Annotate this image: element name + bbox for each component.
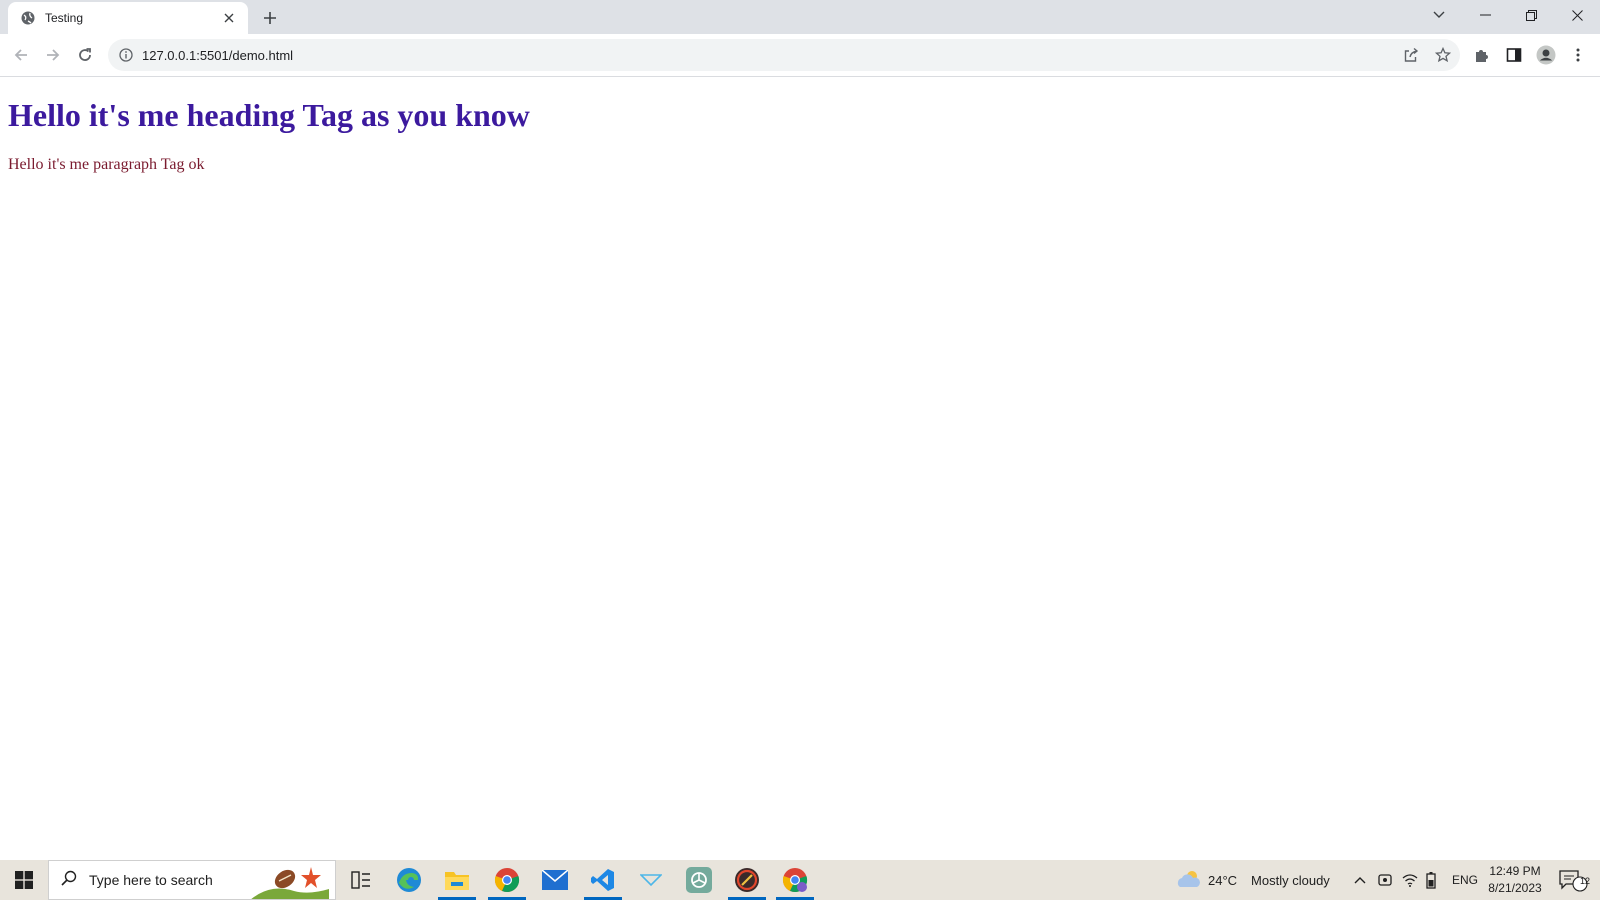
url-text[interactable]: 127.0.0.1:5501/demo.html [142, 48, 293, 63]
file-explorer-icon[interactable] [434, 860, 480, 900]
reload-button[interactable] [71, 41, 99, 69]
edge-browser-icon[interactable] [386, 860, 432, 900]
extensions-puzzle-icon[interactable] [1468, 41, 1496, 69]
kebab-menu-icon[interactable] [1564, 41, 1592, 69]
system-clock[interactable]: 12:49 PM 8/21/2023 [1480, 863, 1550, 897]
weather-description: Mostly cloudy [1251, 872, 1330, 888]
meet-now-icon[interactable] [1378, 860, 1392, 900]
page-viewport: Hello it's me heading Tag as you know He… [0, 77, 1600, 860]
weather-widget[interactable]: 24°C Mostly cloudy [1176, 860, 1330, 900]
battery-icon[interactable] [1426, 860, 1436, 900]
chrome-icon[interactable] [484, 860, 530, 900]
back-button[interactable] [7, 41, 35, 69]
bookmark-star-icon[interactable] [1429, 41, 1457, 69]
chatgpt-icon[interactable] [676, 860, 722, 900]
side-panel-icon[interactable] [1500, 41, 1528, 69]
info-icon[interactable] [118, 47, 134, 63]
close-tab-icon[interactable] [220, 9, 238, 27]
clock-date: 8/21/2023 [1488, 881, 1542, 895]
notification-center-button[interactable]: 12 [1556, 866, 1590, 894]
task-view-icon[interactable] [338, 860, 384, 900]
cloud-icon [1176, 869, 1202, 892]
weather-temperature: 24°C [1208, 872, 1238, 888]
search-highlight-illustration [249, 863, 329, 899]
browser-toolbar: 127.0.0.1:5501/demo.html [0, 34, 1600, 77]
globe-icon [20, 10, 36, 26]
search-placeholder: Type here to search [89, 872, 213, 888]
show-hidden-icons-chevron-icon[interactable] [1354, 860, 1366, 900]
app-round-red-icon[interactable] [724, 860, 770, 900]
chrome-profile-icon[interactable] [772, 860, 818, 900]
tab-search-chevron-icon[interactable] [1416, 0, 1462, 30]
windows-start-icon[interactable] [0, 860, 48, 900]
page-heading: Hello it's me heading Tag as you know [8, 97, 530, 133]
notification-count: 12 [1579, 876, 1590, 886]
wifi-icon[interactable] [1402, 860, 1418, 900]
minimize-button[interactable] [1462, 0, 1508, 30]
tab-title: Testing [45, 11, 84, 25]
language-indicator[interactable]: ENG [1452, 860, 1478, 900]
share-icon[interactable] [1397, 41, 1425, 69]
windows-taskbar: Type here to search 24°C Mostly cloudy E… [0, 860, 1600, 900]
app-arrow-icon[interactable] [628, 860, 674, 900]
search-icon [61, 870, 77, 891]
browser-tab[interactable]: Testing [8, 2, 248, 34]
new-tab-button[interactable] [258, 6, 282, 30]
taskbar-search-input[interactable]: Type here to search [48, 860, 336, 900]
page-paragraph: Hello it's me paragraph Tag ok [8, 156, 205, 173]
vscode-icon[interactable] [580, 860, 626, 900]
close-window-button[interactable] [1554, 0, 1600, 30]
forward-button[interactable] [39, 41, 67, 69]
clock-time: 12:49 PM [1489, 864, 1541, 878]
restore-button[interactable] [1508, 0, 1554, 30]
profile-avatar-icon[interactable] [1532, 41, 1560, 69]
address-bar[interactable]: 127.0.0.1:5501/demo.html [108, 39, 1460, 71]
tab-strip: Testing [0, 0, 1600, 34]
mail-icon[interactable] [532, 860, 578, 900]
